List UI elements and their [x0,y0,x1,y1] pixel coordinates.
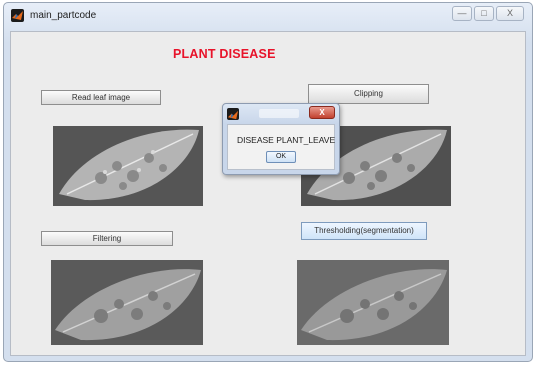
read-leaf-image-button[interactable]: Read leaf image [41,90,161,105]
matlab-icon [227,108,239,120]
filtering-button[interactable]: Filtering [41,231,173,246]
segmented-leaf-image [297,260,449,345]
filtered-leaf-image [51,260,203,345]
window-controls: — □ X [452,6,524,21]
figure-area: PLANT DISEASE Read leaf image Clipping F… [10,31,526,356]
maximize-button[interactable]: □ [474,6,494,21]
window-title: main_partcode [30,10,97,21]
dialog-close-button[interactable]: X [309,106,335,119]
clipping-button[interactable]: Clipping [308,84,429,104]
thresholding-button[interactable]: Thresholding(segmentation) [301,222,427,240]
dialog-body: DISEASE PLANT_LEAVE OK [227,124,335,170]
page-title: PLANT DISEASE [173,47,276,61]
close-button[interactable]: X [496,6,524,21]
minimize-button[interactable]: — [452,6,472,21]
title-bar[interactable]: main_partcode — □ X [4,3,532,29]
original-leaf-image [53,126,203,206]
result-dialog: X DISEASE PLANT_LEAVE OK [222,103,340,175]
dialog-title-bar[interactable] [259,109,299,118]
dialog-message: DISEASE PLANT_LEAVE [237,135,336,145]
matlab-icon [11,9,24,22]
app-window: main_partcode — □ X PLANT DISEASE Read l… [3,2,533,362]
ok-button[interactable]: OK [266,151,296,163]
